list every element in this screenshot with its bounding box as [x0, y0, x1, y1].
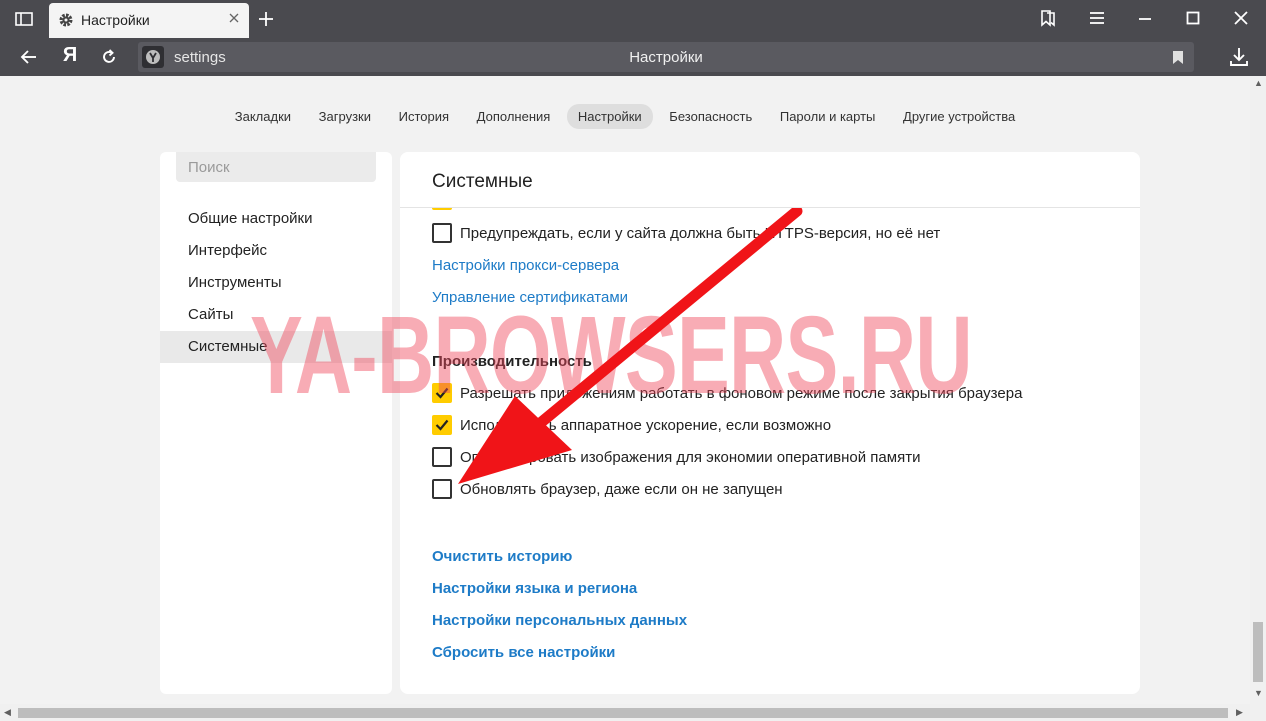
settings-panel: Системные Предупреждать, если у сайта до… [400, 152, 1140, 694]
checkbox[interactable] [432, 447, 452, 467]
omnibox[interactable]: settings Настройки [138, 42, 1194, 72]
checkbox-checked[interactable] [432, 415, 452, 435]
background-apps-option[interactable]: Разрешать приложениям работать в фоновом… [432, 382, 1022, 404]
reload-icon[interactable] [97, 46, 121, 68]
panel-header: Системные [400, 152, 1140, 208]
menu-icon[interactable] [1085, 7, 1109, 29]
optimize-images-option[interactable]: Оптимизировать изображения для экономии … [432, 446, 920, 468]
option-label: Обновлять браузер, даже если он не запущ… [460, 480, 783, 498]
address-bar: Я settings Настройки [0, 38, 1266, 76]
panel-title: Системные [432, 171, 533, 192]
performance-section-title: Производительность [432, 353, 592, 370]
option-label: Использовать аппаратное ускорение, если … [460, 416, 832, 434]
option-label: Предупреждать, если у сайта должна быть … [460, 224, 941, 242]
nav-security[interactable]: Безопасность [658, 104, 763, 129]
sidebar-toggle-icon[interactable] [10, 9, 38, 29]
hardware-acceleration-option[interactable]: Использовать аппаратное ускорение, если … [432, 414, 831, 436]
tab-title: Настройки [81, 12, 150, 28]
settings-page: Закладки Загрузки История Дополнения Нас… [0, 76, 1250, 704]
nav-downloads[interactable]: Загрузки [308, 104, 382, 129]
background-update-option[interactable]: Обновлять браузер, даже если он не запущ… [432, 478, 783, 500]
sidebar-item-general[interactable]: Общие настройки [160, 203, 392, 235]
sidebar-item-tools[interactable]: Инструменты [160, 267, 392, 299]
proxy-settings-link[interactable]: Настройки прокси-сервера [432, 257, 619, 274]
close-icon[interactable] [227, 11, 241, 25]
language-region-link[interactable]: Настройки языка и региона [432, 580, 637, 597]
checkbox[interactable] [432, 479, 452, 499]
option-label: Разрешать приложениям работать в фоновом… [460, 384, 1023, 402]
plus-icon[interactable] [256, 9, 276, 29]
maximize-icon[interactable] [1181, 7, 1205, 29]
nav-bookmarks[interactable]: Закладки [224, 104, 302, 129]
active-tab[interactable]: Настройки [49, 3, 249, 38]
sidebar-item-sites[interactable]: Сайты [160, 299, 392, 331]
nav-other-devices[interactable]: Другие устройства [892, 104, 1026, 129]
horizontal-scrollbar[interactable]: ◀ ▶ [0, 704, 1266, 721]
download-icon[interactable] [1228, 46, 1250, 68]
settings-sidebar: Общие настройки Интерфейс Инструменты Са… [160, 152, 392, 694]
scroll-down-icon[interactable]: ▼ [1254, 688, 1263, 698]
scroll-left-icon[interactable]: ◀ [4, 707, 11, 718]
minimize-icon[interactable] [1133, 7, 1157, 29]
gear-icon [59, 13, 73, 27]
clear-history-link[interactable]: Очистить историю [432, 548, 572, 565]
personal-data-link[interactable]: Настройки персональных данных [432, 612, 687, 629]
scrollbar-thumb[interactable] [18, 708, 1228, 718]
sidebar-item-interface[interactable]: Интерфейс [160, 235, 392, 267]
reset-settings-link[interactable]: Сбросить все настройки [432, 644, 615, 661]
checkbox-checked[interactable] [432, 383, 452, 403]
search-input[interactable] [176, 152, 376, 182]
scrollbar-thumb[interactable] [1253, 622, 1263, 682]
page-title: Настройки [629, 49, 703, 66]
certificates-link[interactable]: Управление сертификатами [432, 289, 628, 306]
sidebar-item-system[interactable]: Системные [160, 331, 392, 363]
settings-top-nav: Закладки Загрузки История Дополнения Нас… [0, 104, 1250, 130]
close-window-icon[interactable] [1229, 7, 1253, 29]
checkbox[interactable] [432, 223, 452, 243]
yandex-logo-icon[interactable]: Я [60, 44, 80, 68]
nav-settings[interactable]: Настройки [566, 104, 653, 129]
vertical-scrollbar[interactable]: ▲ ▼ [1250, 76, 1266, 704]
back-arrow-icon[interactable] [17, 46, 41, 68]
checkmark-icon [435, 387, 449, 399]
option-label: Оптимизировать изображения для экономии … [460, 448, 921, 466]
scroll-right-icon[interactable]: ▶ [1236, 707, 1243, 718]
https-warning-option[interactable]: Предупреждать, если у сайта должна быть … [432, 222, 940, 244]
nav-passwords[interactable]: Пароли и карты [769, 104, 887, 129]
nav-history[interactable]: История [388, 104, 460, 129]
title-bar: Настройки [0, 0, 1266, 38]
nav-extensions[interactable]: Дополнения [466, 104, 562, 129]
checkmark-icon [435, 419, 449, 431]
scroll-up-icon[interactable]: ▲ [1254, 78, 1263, 88]
bookmark-icon[interactable] [1172, 50, 1184, 65]
bookmarks-panel-icon[interactable] [1036, 7, 1060, 29]
